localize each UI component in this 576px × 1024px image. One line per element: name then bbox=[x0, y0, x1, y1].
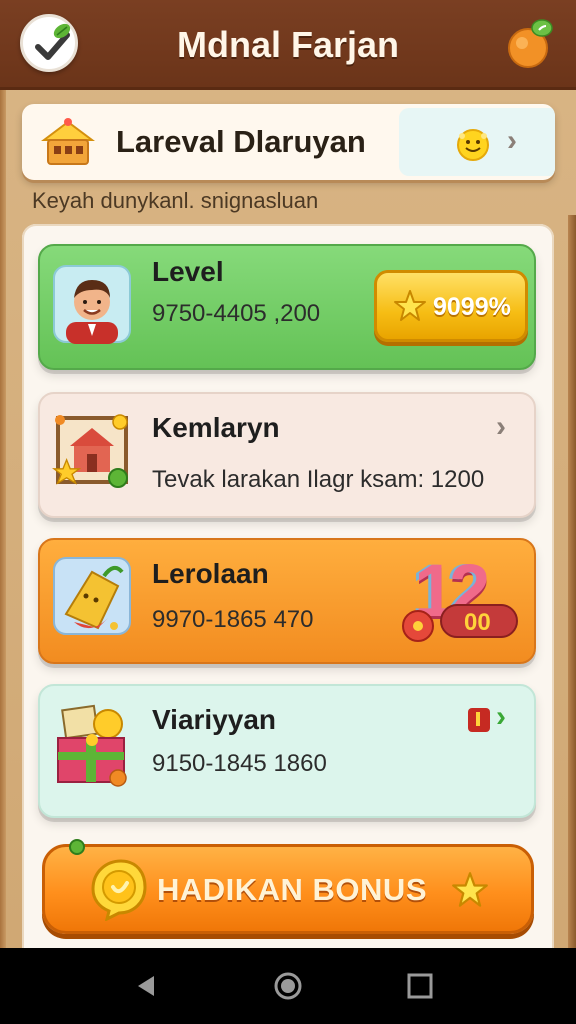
cake-house-icon bbox=[41, 118, 95, 165]
house-frame-icon bbox=[51, 414, 128, 488]
app-screen: Mdnal Farjan Lareval Dlaruyan › Keyah du… bbox=[0, 0, 576, 948]
coin-icon bbox=[91, 859, 147, 921]
top-bar: Mdnal Farjan bbox=[0, 0, 576, 90]
card-lerolaan[interactable]: Lerolaan 9970-1865 470 12 00 bbox=[38, 538, 536, 664]
bonus-label: HADIKAN BONUS bbox=[157, 872, 427, 907]
fruit-button[interactable] bbox=[504, 16, 556, 70]
gift-box bbox=[52, 704, 132, 787]
card-level[interactable]: Level 9750-4405 ,200 9099% bbox=[38, 244, 536, 370]
smiley-star-icon bbox=[457, 129, 489, 161]
chevron-right-icon: › bbox=[507, 124, 517, 157]
left-edge bbox=[0, 90, 6, 948]
counter-pill: 00 bbox=[440, 604, 518, 638]
subtitle: Keyah dunykanl. snignasluan bbox=[32, 188, 319, 213]
level-action-label: 9099% bbox=[433, 293, 511, 321]
card-viariyyan[interactable]: Viariyyan 9150-1845 1860 › bbox=[38, 684, 536, 818]
card-subtitle: 9750-4405 ,200 bbox=[152, 300, 321, 327]
card-subtitle: Tevak larakan Ilagr ksam: 1200 bbox=[152, 466, 485, 493]
recents-icon[interactable] bbox=[406, 972, 434, 1000]
card-title: Kemlaryn bbox=[152, 412, 280, 443]
chevron-right-icon[interactable]: › bbox=[496, 700, 506, 734]
card-title: Lerolaan bbox=[152, 558, 269, 589]
card-title: Level bbox=[152, 256, 224, 287]
avatar-icon bbox=[53, 265, 131, 344]
notification-icon bbox=[468, 708, 490, 732]
bag bbox=[52, 556, 132, 636]
card-subtitle: 9150-1845 1860 bbox=[152, 750, 327, 777]
counter-badge: 12 00 bbox=[400, 548, 520, 648]
star-icon bbox=[452, 872, 488, 907]
star-icon bbox=[394, 290, 426, 321]
card-title: Viariyyan bbox=[152, 704, 277, 735]
level-banner[interactable]: Lareval Dlaruyan › bbox=[22, 104, 555, 180]
house-frame bbox=[51, 410, 132, 490]
page-title: Mdnal Farjan bbox=[176, 24, 400, 65]
chevron-right-icon[interactable]: › bbox=[496, 410, 506, 444]
orange-fruit-icon bbox=[508, 19, 553, 68]
back-icon[interactable] bbox=[132, 972, 160, 1000]
bonus-button[interactable]: HADIKAN BONUS bbox=[42, 839, 534, 934]
card-panel: Level 9750-4405 ,200 9099% Kemlaryn Teva… bbox=[22, 224, 554, 948]
home-icon[interactable] bbox=[272, 972, 304, 1004]
bag-icon bbox=[53, 557, 131, 635]
level-action-button[interactable]: 9099% bbox=[374, 270, 528, 342]
notification-mark bbox=[476, 712, 480, 726]
system-nav-bar bbox=[0, 948, 576, 1024]
right-edge bbox=[568, 215, 576, 948]
banner-title: Lareval Dlaruyan bbox=[116, 124, 366, 159]
gift-box-icon bbox=[57, 704, 127, 787]
avatar bbox=[52, 264, 132, 344]
card-kemlaryn[interactable]: Kemlaryn Tevak larakan Ilagr ksam: 1200 … bbox=[38, 392, 536, 518]
counter-small: 00 bbox=[464, 609, 491, 636]
ball-icon bbox=[402, 610, 434, 642]
banner-action[interactable]: › bbox=[399, 108, 555, 176]
card-subtitle: 9970-1865 470 bbox=[152, 606, 314, 633]
